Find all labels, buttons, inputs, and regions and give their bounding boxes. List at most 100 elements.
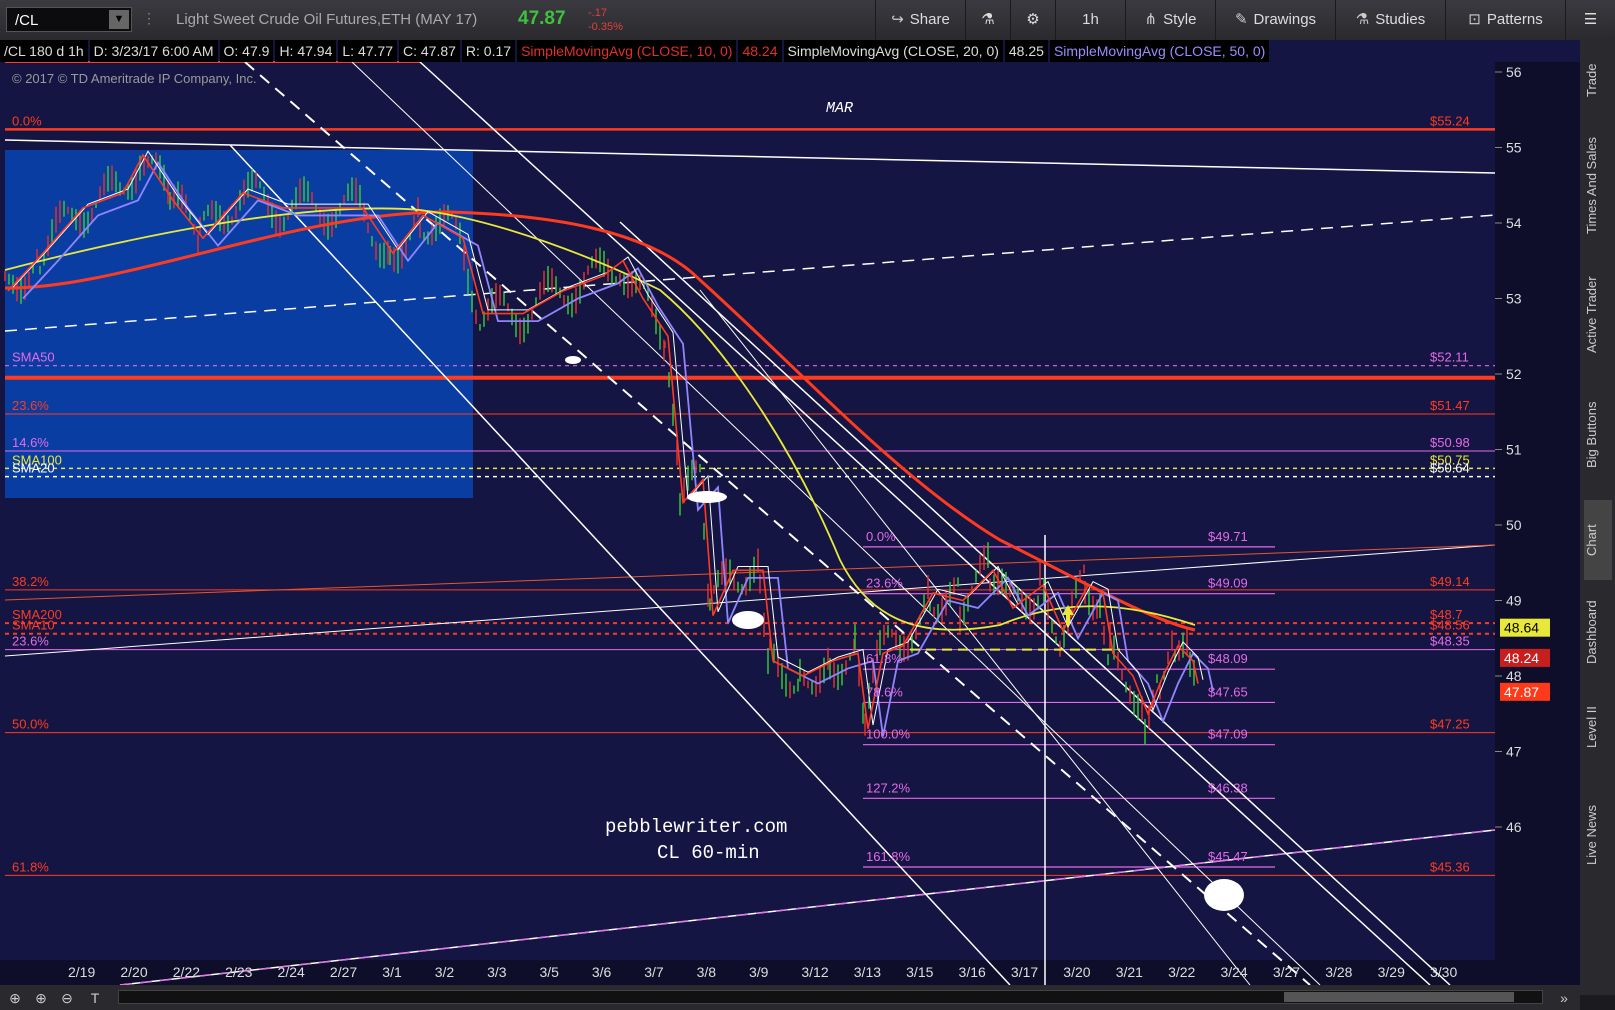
price-chart[interactable]: 0.0% $55.24 SMA50 $52.11 23.6% $51.47 14.6% $50… <box>0 40 1580 985</box>
text-tool-icon[interactable]: T <box>86 989 104 1007</box>
sidebar-tab-active-trader[interactable]: Active Trader <box>1584 260 1612 370</box>
chevron-down-icon[interactable]: ▼ <box>109 10 129 29</box>
change-percent: -0.35% <box>588 21 623 33</box>
bar-date: D: 3/23/17 6:00 AM <box>89 40 218 62</box>
price-tick-label: 51 <box>1506 442 1522 458</box>
fib-pct-label: 161.8% <box>866 849 911 864</box>
sidebar-tab-level-ii[interactable]: Level II <box>1584 680 1612 775</box>
style-label: Style <box>1163 11 1197 28</box>
chart-title: /CL 180 d 1h <box>0 40 88 62</box>
date-tick-label: 3/21 <box>1116 964 1143 980</box>
date-tick-label: 3/27 <box>1273 964 1300 980</box>
sidebar-tab-times-and-sales[interactable]: Times And Sales <box>1584 120 1612 250</box>
style-icon: ⋔ <box>1144 11 1158 28</box>
fib-value-label: $49.09 <box>1208 576 1248 591</box>
link-icon[interactable]: ⋮ <box>142 10 156 30</box>
zoom-in-icon[interactable]: ⊕ <box>32 989 50 1007</box>
fib-pct-label: 78.6% <box>866 684 903 699</box>
patterns-button[interactable]: ⊡ Patterns <box>1445 0 1565 40</box>
date-tick-label: 3/9 <box>749 964 769 980</box>
sma50-study[interactable]: SimpleMovingAvg (CLOSE, 50, 0) <box>1049 40 1270 62</box>
fib-value-label: $47.09 <box>1208 727 1248 742</box>
level-right-label: $51.47 <box>1430 398 1470 413</box>
bar-low: L: 47.77 <box>338 40 397 62</box>
change-value: -.17 <box>588 7 607 19</box>
level-left-label: SMA20 <box>12 461 55 476</box>
date-tick-label: 3/29 <box>1378 964 1405 980</box>
sma10-study[interactable]: SimpleMovingAvg (CLOSE, 10, 0) <box>517 40 737 62</box>
date-tick-label: 3/16 <box>959 964 986 980</box>
sidebar-tab-dashboard[interactable]: Dashboard <box>1584 590 1612 675</box>
date-tick-label: 3/22 <box>1168 964 1195 980</box>
date-tick-label: 3/7 <box>644 964 664 980</box>
flask-button[interactable]: ⚗ <box>965 0 1010 40</box>
level-right-label: $52.11 <box>1430 350 1469 365</box>
fib-pct-label: 0.0% <box>866 529 896 544</box>
highlight-rectangle <box>5 150 473 498</box>
patterns-icon: ⊡ <box>1468 11 1481 28</box>
sidebar-tab-chart[interactable]: Chart <box>1584 500 1612 580</box>
bar-open: O: 47.9 <box>219 40 274 62</box>
drawings-label: Drawings <box>1253 11 1317 28</box>
zoom-out-icon[interactable]: ⊖ <box>58 989 76 1007</box>
sidebar-tab-trade[interactable]: Trade <box>1584 50 1612 110</box>
drawings-button[interactable]: ✎ Drawings <box>1215 0 1335 40</box>
timeframe-label: 1h <box>1082 11 1099 28</box>
price-tick-label: 53 <box>1506 291 1522 307</box>
symbol-description: Light Sweet Crude Oil Futures,ETH (MAY 1… <box>176 11 478 28</box>
price-flags: 48.64 48.24 47.87 <box>1500 618 1550 701</box>
level-right-label: $48.35 <box>1430 634 1470 649</box>
fib-pct-label: 100.0% <box>866 727 911 742</box>
level-right-label: $50.98 <box>1430 435 1470 450</box>
date-tick-label: 2/24 <box>278 964 305 980</box>
chart-scrollbar[interactable] <box>118 990 1543 1004</box>
price-tick-label: 52 <box>1506 366 1522 382</box>
studies-button[interactable]: ⚗ Studies <box>1335 0 1445 40</box>
sma20-value: 48.25 <box>1004 40 1048 62</box>
price-tick-label: 55 <box>1506 140 1522 156</box>
fib-value-label: $49.71 <box>1208 529 1248 544</box>
date-tick-label: 3/8 <box>697 964 717 980</box>
fib-value-label: $46.38 <box>1208 780 1248 795</box>
level-left-label: 50.0% <box>12 717 49 732</box>
fib-value-label: $45.47 <box>1208 849 1248 864</box>
timeframe-button[interactable]: 1h <box>1055 0 1125 40</box>
style-button[interactable]: ⋔ Style <box>1125 0 1215 40</box>
level-left-label: SMA10 <box>12 618 55 633</box>
price-change: -.17 -0.35% <box>588 6 623 34</box>
date-tick-label: 3/6 <box>592 964 612 980</box>
gap-marker <box>687 491 727 503</box>
level-left-label: 0.0% <box>12 113 42 128</box>
watermark-line2: CL 60-min <box>657 842 760 864</box>
study-info-bar: /CL 180 d 1h D: 3/23/17 6:00 AM O: 47.9 H: … <box>0 40 1500 62</box>
flask-icon: ⚗ <box>981 11 995 28</box>
fib-pct-label: 61.8% <box>866 651 903 666</box>
sma20-study[interactable]: SimpleMovingAvg (CLOSE, 20, 0) <box>783 40 1003 62</box>
level-left-label: 23.6% <box>12 634 49 649</box>
scroll-thumb[interactable] <box>1284 992 1514 1002</box>
settings-button[interactable]: ⚙ <box>1010 0 1055 40</box>
top-toolbar: /CL ▼ ⋮ Light Sweet Crude Oil Futures,ET… <box>0 0 1615 41</box>
date-tick-label: 3/13 <box>854 964 881 980</box>
share-button[interactable]: ↪ Share <box>875 0 965 40</box>
watermark-line1: pebblewriter.com <box>605 816 787 838</box>
crosshair-icon[interactable]: ⊕ <box>6 989 24 1007</box>
patterns-label: Patterns <box>1486 11 1543 28</box>
price-tick-label: 50 <box>1506 517 1522 533</box>
date-tick-label: 3/24 <box>1220 964 1247 980</box>
date-tick-label: 3/30 <box>1430 964 1457 980</box>
sidebar-tab-big-buttons[interactable]: Big Buttons <box>1584 380 1612 490</box>
level-right-label: $47.25 <box>1430 717 1470 732</box>
sidebar-tab-live-news[interactable]: Live News <box>1584 785 1612 885</box>
target-marker <box>1204 879 1244 911</box>
menu-button[interactable]: ☰ <box>1565 0 1615 40</box>
level-left-label: 14.6% <box>12 435 49 450</box>
symbol-input[interactable]: /CL ▼ <box>6 7 132 32</box>
level-right-label: $49.14 <box>1430 574 1470 589</box>
level-right-label: $50.64 <box>1430 461 1470 476</box>
expand-icon[interactable]: » <box>1555 989 1573 1007</box>
date-tick-label: 3/12 <box>801 964 828 980</box>
copyright-text: © 2017 © TD Ameritrade IP Company, Inc. <box>12 71 257 86</box>
gap-marker <box>732 611 764 629</box>
date-tick-label: 3/17 <box>1011 964 1038 980</box>
